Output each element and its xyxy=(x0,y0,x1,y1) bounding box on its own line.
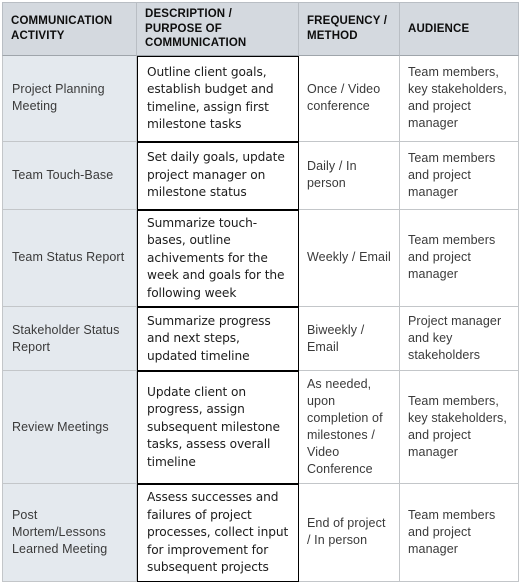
cell-description: Outline client goals, establish budget a… xyxy=(137,55,299,142)
cell-audience: Project manager and key stakeholders xyxy=(400,307,519,371)
cell-frequency: Daily / In person xyxy=(299,141,400,210)
cell-activity: Team Status Report xyxy=(2,209,137,307)
cell-audience: Team members and project manager xyxy=(400,484,519,582)
header-row: COMMUNICATION ACTIVITY DESCRIPTION / PUR… xyxy=(2,2,519,56)
column-header-audience: AUDIENCE xyxy=(400,2,519,56)
cell-frequency: Biweekly / Email xyxy=(299,307,400,371)
cell-activity: Stakeholder Status Report xyxy=(2,307,137,371)
cell-audience: Team members and project manager xyxy=(400,209,519,307)
cell-description: Update client on progress, assign subseq… xyxy=(137,371,299,484)
table-body: Project Planning Meeting Outline client … xyxy=(2,55,519,582)
cell-description: Summarize progress and next steps, updat… xyxy=(137,307,299,371)
table-row: Project Planning Meeting Outline client … xyxy=(2,55,519,142)
table-row: Stakeholder Status Report Summarize prog… xyxy=(2,307,519,371)
table-row: Team Touch-Base Set daily goals, update … xyxy=(2,141,519,210)
communication-plan-table: COMMUNICATION ACTIVITY DESCRIPTION / PUR… xyxy=(2,2,519,582)
cell-audience: Team members, key stakeholders, and proj… xyxy=(400,55,519,142)
cell-description: Summarize touch-bases, outline achivemen… xyxy=(137,209,299,307)
cell-frequency: As needed, upon completion of milestones… xyxy=(299,371,400,484)
cell-activity: Review Meetings xyxy=(2,371,137,484)
cell-frequency: Weekly / Email xyxy=(299,209,400,307)
table-row: Post Mortem/Lessons Learned Meeting Asse… xyxy=(2,484,519,582)
column-header-communication-activity: COMMUNICATION ACTIVITY xyxy=(2,2,137,56)
cell-description: Set daily goals, update project manager … xyxy=(137,141,299,210)
cell-description: Assess successes and failures of project… xyxy=(137,484,299,582)
column-header-description-purpose: DESCRIPTION / PURPOSE OF COMMUNICATION xyxy=(137,2,299,56)
table-row: Team Status Report Summarize touch-bases… xyxy=(2,209,519,307)
table-header: COMMUNICATION ACTIVITY DESCRIPTION / PUR… xyxy=(2,2,519,56)
cell-frequency: Once / Video conference xyxy=(299,55,400,142)
cell-audience: Team members and project manager xyxy=(400,141,519,210)
cell-frequency: End of project / In person xyxy=(299,484,400,582)
column-header-frequency-method: FREQUENCY / METHOD xyxy=(299,2,400,56)
cell-audience: Team members, key stakeholders, and proj… xyxy=(400,371,519,484)
cell-activity: Post Mortem/Lessons Learned Meeting xyxy=(2,484,137,582)
cell-activity: Project Planning Meeting xyxy=(2,55,137,142)
cell-activity: Team Touch-Base xyxy=(2,141,137,210)
table-row: Review Meetings Update client on progres… xyxy=(2,371,519,484)
